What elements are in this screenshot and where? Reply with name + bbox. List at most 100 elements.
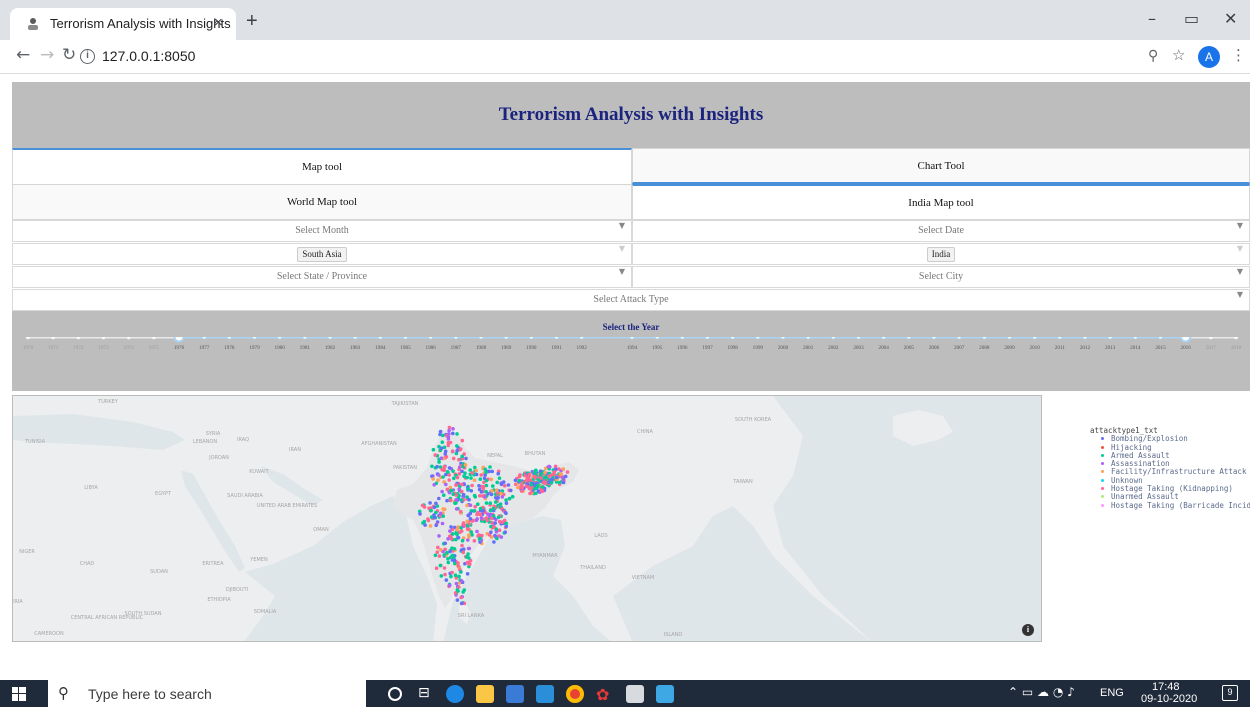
attack-point[interactable] (497, 519, 502, 524)
slider-mark-2014[interactable] (1132, 337, 1138, 340)
attack-point[interactable] (423, 523, 427, 527)
attack-point[interactable] (455, 432, 459, 436)
file-explorer-icon[interactable] (476, 685, 494, 703)
browser-tab[interactable]: Terrorism Analysis with Insights × (10, 8, 236, 40)
attack-point[interactable] (565, 470, 570, 474)
attack-point[interactable] (552, 470, 556, 474)
slider-mark-2012[interactable] (1082, 337, 1088, 340)
slider-end-handle[interactable] (1180, 337, 1192, 343)
attack-point[interactable] (449, 536, 454, 541)
attack-point[interactable] (489, 530, 493, 534)
slider-mark-2006[interactable] (931, 337, 937, 340)
attack-point[interactable] (467, 546, 472, 551)
slider-mark-1986[interactable] (428, 337, 434, 340)
slider-mark-2000[interactable] (780, 337, 786, 340)
attack-point[interactable] (437, 554, 442, 558)
attack-point[interactable] (448, 549, 453, 554)
attack-point[interactable] (465, 475, 470, 480)
attack-point[interactable] (454, 507, 459, 511)
attack-point[interactable] (523, 473, 528, 478)
attack-point[interactable] (451, 492, 456, 496)
attack-point[interactable] (474, 468, 479, 473)
attack-point[interactable] (467, 556, 471, 560)
attack-point[interactable] (446, 441, 451, 445)
attack-point[interactable] (447, 583, 452, 588)
attack-point[interactable] (454, 483, 458, 487)
attack-point[interactable] (517, 474, 522, 479)
attack-point[interactable] (534, 491, 538, 496)
info-icon[interactable]: i (80, 49, 95, 64)
attack-point[interactable] (460, 538, 465, 543)
attack-point[interactable] (510, 494, 515, 499)
attack-point[interactable] (557, 467, 561, 471)
attack-point[interactable] (450, 449, 455, 453)
slider-mark-1983[interactable] (352, 337, 358, 340)
attack-point[interactable] (559, 472, 564, 476)
attack-point[interactable] (449, 525, 453, 529)
slider-mark-2018[interactable] (1233, 337, 1239, 340)
slider-mark-2013[interactable] (1107, 337, 1113, 340)
attack-point[interactable] (467, 533, 471, 537)
attack-point[interactable] (549, 473, 553, 478)
attack-point[interactable] (504, 511, 508, 516)
clock-time[interactable]: 17:48 (1152, 681, 1180, 693)
attack-point[interactable] (434, 501, 438, 506)
city-dropdown[interactable]: Select City ▼ (632, 266, 1250, 288)
attack-point[interactable] (437, 534, 441, 538)
attack-point[interactable] (478, 506, 483, 511)
attack-point[interactable] (435, 464, 439, 469)
attack-point[interactable] (442, 493, 446, 497)
attack-point[interactable] (476, 502, 480, 506)
slider-mark-1972[interactable] (75, 337, 81, 340)
attack-point[interactable] (485, 518, 490, 523)
slider-mark-2003[interactable] (856, 337, 861, 340)
attack-point[interactable] (491, 484, 495, 488)
attack-point[interactable] (490, 489, 494, 493)
attack-point[interactable] (499, 491, 503, 496)
slider-mark-1988[interactable] (478, 337, 484, 340)
attack-point[interactable] (452, 476, 456, 481)
attack-point[interactable] (438, 563, 443, 568)
attack-point[interactable] (472, 509, 477, 513)
attack-point[interactable] (457, 487, 462, 492)
attack-point[interactable] (449, 574, 453, 579)
attack-point[interactable] (460, 543, 464, 548)
attack-point[interactable] (492, 525, 496, 529)
attack-point[interactable] (561, 480, 566, 485)
slider-mark-1999[interactable] (755, 337, 761, 340)
attack-point[interactable] (517, 478, 522, 483)
slider-mark-1995[interactable] (654, 337, 660, 340)
slider-mark-2011[interactable] (1057, 337, 1063, 340)
bookmark-star-icon[interactable]: ☆ (1172, 46, 1185, 64)
slider-mark-2017[interactable] (1208, 337, 1214, 340)
attack-point[interactable] (513, 478, 518, 483)
slider-mark-2009[interactable] (1007, 337, 1012, 340)
attack-point[interactable] (528, 491, 532, 496)
minimize-icon[interactable]: – (1148, 9, 1156, 28)
attack-point[interactable] (447, 473, 452, 477)
attack-point[interactable] (448, 498, 453, 502)
attack-point[interactable] (445, 498, 449, 503)
attack-point[interactable] (496, 515, 501, 520)
attack-point[interactable] (492, 540, 496, 544)
attack-point[interactable] (543, 470, 547, 475)
attack-point[interactable] (455, 444, 459, 448)
app-icon[interactable]: ✿ (596, 685, 614, 704)
attack-point[interactable] (447, 478, 452, 482)
attack-point[interactable] (460, 482, 464, 487)
attack-point[interactable] (488, 465, 492, 469)
attack-point[interactable] (445, 550, 449, 555)
back-icon[interactable]: ← (16, 45, 30, 65)
attack-point[interactable] (475, 512, 479, 517)
slider-mark-1990[interactable] (528, 337, 534, 340)
attack-point[interactable] (520, 489, 524, 493)
notification-center-icon[interactable]: 9 (1222, 685, 1238, 701)
attack-point[interactable] (448, 529, 452, 533)
taskbar-search-box[interactable]: ⚲ Type here to search (48, 680, 366, 707)
attack-point[interactable] (497, 528, 502, 532)
attack-point[interactable] (444, 578, 449, 582)
attack-point[interactable] (451, 431, 455, 436)
map-canvas[interactable]: TURKEY TAJIKISTAN SOUTH KOREA TUNISIA SYRIA L… (13, 396, 1042, 642)
cortana-icon[interactable] (388, 687, 402, 701)
attack-point[interactable] (465, 503, 469, 508)
